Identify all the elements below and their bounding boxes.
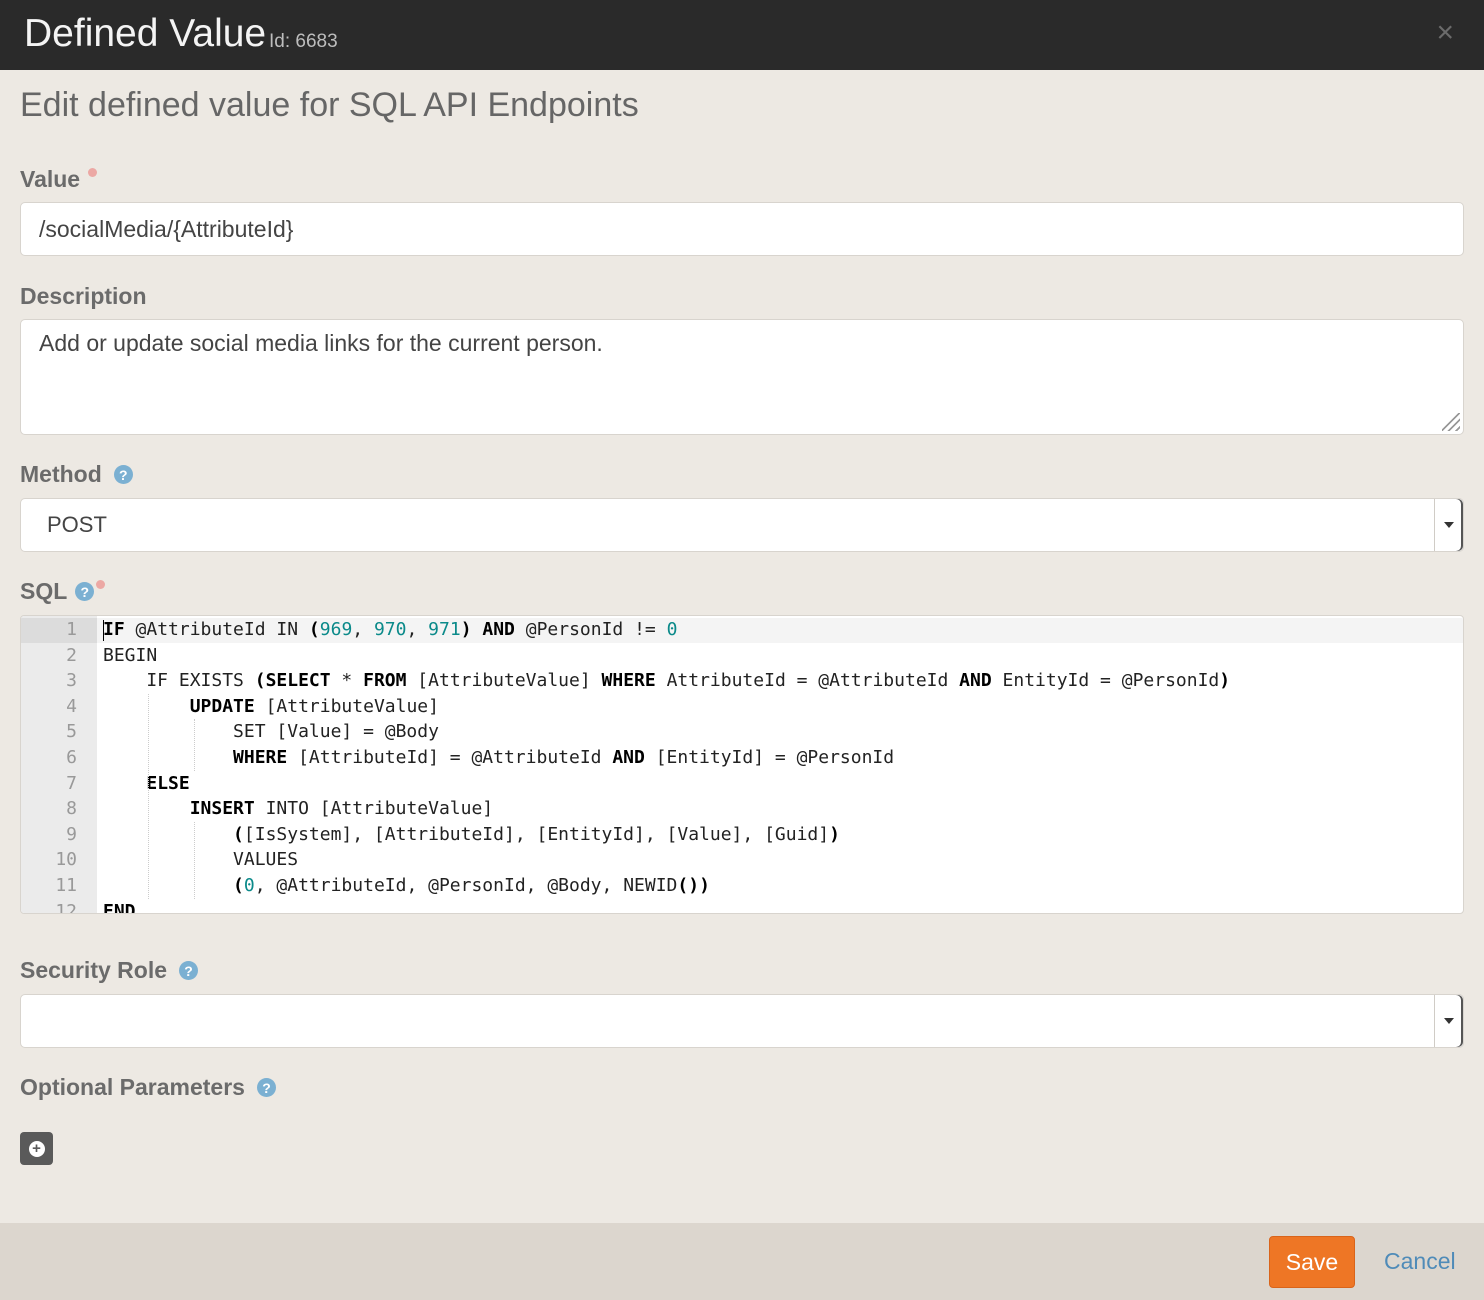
description-text: Add or update social media links for the…: [39, 330, 603, 356]
security-role-label: Security Role ?: [20, 957, 198, 984]
id-label: Id: 6683: [269, 31, 338, 52]
add-parameter-button[interactable]: +: [20, 1132, 53, 1165]
chevron-down-icon[interactable]: [1434, 499, 1463, 551]
line-number: 3: [66, 670, 77, 692]
description-label: Description: [20, 283, 147, 310]
sql-label: SQL ?: [20, 578, 106, 605]
help-icon[interactable]: ?: [179, 961, 198, 980]
description-textarea[interactable]: Add or update social media links for the…: [20, 319, 1464, 435]
help-icon[interactable]: ?: [113, 465, 133, 484]
method-label-text: Method: [20, 461, 102, 487]
close-icon[interactable]: ×: [1436, 18, 1454, 48]
code-text: SET [Value] = @Body: [103, 721, 439, 743]
code-line: 2 BEGIN: [21, 643, 1463, 669]
line-number: 8: [66, 798, 77, 820]
sql-code-editor[interactable]: 1 IF @AttributeId IN (969, 970, 971) AND …: [20, 615, 1464, 914]
help-icon[interactable]: ?: [256, 1078, 276, 1097]
line-number: 11: [55, 875, 77, 896]
code-line: 10 VALUES: [21, 847, 1463, 873]
code-line: 12 END: [21, 899, 1463, 914]
cancel-link[interactable]: Cancel: [1384, 1248, 1456, 1275]
value-input[interactable]: /socialMedia/{AttributeId}: [20, 202, 1464, 256]
indent-guide: [193, 719, 195, 771]
optional-parameters-label-text: Optional Parameters: [20, 1074, 245, 1100]
save-button[interactable]: Save: [1269, 1236, 1355, 1288]
text-cursor: [103, 620, 104, 641]
optional-parameters-label: Optional Parameters ?: [20, 1074, 276, 1101]
code-text: INSERT INTO [AttributeValue]: [189, 798, 494, 820]
code-text: BEGIN: [103, 644, 158, 666]
help-icon[interactable]: ?: [75, 582, 95, 601]
line-number: 7: [66, 772, 77, 794]
line-number: 2: [66, 644, 77, 666]
value-input-text: /socialMedia/{AttributeId}: [39, 216, 294, 242]
code-text: UPDATE [AttributeValue]: [189, 695, 439, 717]
code-text: WHERE [AttributeId] = @AttributeId AND […: [233, 747, 895, 768]
value-label: Value: [20, 166, 98, 193]
line-number: 6: [66, 747, 77, 768]
line-number: 4: [66, 695, 77, 717]
modal-footer: [0, 1223, 1484, 1300]
code-text: END: [103, 900, 136, 914]
code-line: 7 ELSE: [21, 771, 1463, 797]
code-line: 6 WHERE [AttributeId] = @AttributeId AND…: [21, 745, 1463, 771]
code-line: 5 SET [Value] = @Body: [21, 719, 1463, 745]
modal-header: Defined Value Id: 6683 ×: [0, 0, 1484, 70]
code-line: 1 IF @AttributeId IN (969, 970, 971) AND …: [21, 617, 1463, 643]
code-text: ([IsSystem], [AttributeId], [EntityId], …: [233, 823, 840, 845]
required-indicator: [88, 168, 98, 177]
code-text: VALUES: [103, 849, 299, 871]
code-text: IF EXISTS (SELECT * FROM [AttributeValue…: [103, 670, 1231, 692]
plus-circle-icon: +: [28, 1140, 45, 1157]
line-number: 10: [55, 849, 77, 871]
indent-guide: [148, 693, 150, 899]
resize-grip-icon[interactable]: [1442, 413, 1460, 431]
method-selected-value: POST: [47, 512, 107, 537]
code-text: IF @AttributeId IN (969, 970, 971) AND @…: [103, 619, 678, 640]
line-number: 12: [55, 900, 77, 914]
code-line: 3 IF EXISTS (SELECT * FROM [AttributeVal…: [21, 668, 1463, 694]
method-select[interactable]: POST: [20, 498, 1464, 552]
line-number: 5: [66, 721, 77, 743]
security-role-label-text: Security Role: [20, 957, 167, 983]
code-line: 4 UPDATE [AttributeValue]: [21, 694, 1463, 720]
line-number: 9: [66, 823, 77, 845]
line-number: 1: [66, 619, 77, 640]
code-line: 8 INSERT INTO [AttributeValue]: [21, 796, 1463, 822]
sql-label-text: SQL: [20, 578, 68, 604]
required-indicator: [96, 580, 106, 589]
method-label: Method ?: [20, 461, 133, 488]
modal-title: Defined Value: [24, 12, 267, 55]
security-role-select[interactable]: [20, 994, 1464, 1048]
page-subtitle: Edit defined value for SQL API Endpoints: [20, 86, 639, 124]
code-line: 9 ([IsSystem], [AttributeId], [EntityId]…: [21, 822, 1463, 848]
indent-guide: [193, 821, 195, 899]
chevron-down-icon[interactable]: [1434, 995, 1463, 1047]
description-label-text: Description: [20, 283, 147, 309]
code-line: 11 (0, @AttributeId, @PersonId, @Body, N…: [21, 873, 1463, 899]
value-label-text: Value: [20, 166, 81, 192]
code-text: ELSE: [146, 772, 190, 794]
